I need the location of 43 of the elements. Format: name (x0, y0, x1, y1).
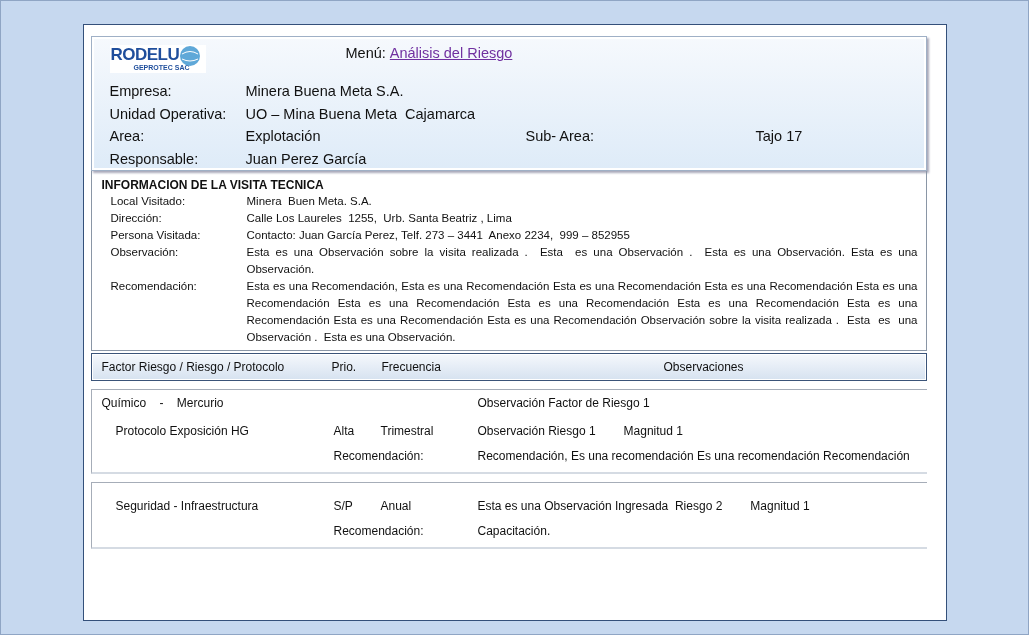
field-label: Unidad Operativa: (109, 105, 228, 122)
info-label: Observación: (110, 245, 180, 260)
info-value: Esta es una Observación sobre la visita realizada . Esta es una Observación . Esta es una Observación. Esta es una Observación. (246, 245, 918, 277)
factor-name: Químico - Mercurio (101, 395, 225, 412)
column-header: Prio. (331, 360, 358, 374)
frequency: Anual (380, 498, 413, 515)
factor-observation: Observación Factor de Riesgo 1 (477, 395, 651, 412)
menu-label: Menú: (345, 45, 386, 61)
info-label: Persona Visitada: (110, 228, 202, 243)
info-label: Dirección: (110, 211, 163, 226)
info-label: Recomendación: (110, 279, 198, 294)
column-header: Observaciones (662, 360, 745, 374)
priority: Alta (333, 423, 356, 440)
field-value: Tajo 17 (755, 128, 804, 145)
risk-observation: Esta es una Observación Ingresada Riesgo 2 (477, 498, 723, 515)
frequency: Trimestral (380, 423, 435, 440)
priority: S/P (333, 498, 354, 515)
column-header: Frecuencia (381, 360, 442, 374)
section-title: INFORMACION DE LA VISITA TECNICA (101, 178, 325, 192)
field-value: UO – Mina Buena Meta Cajamarca (245, 105, 477, 122)
column-header: Factor Riesgo / Riesgo / Protocolo (101, 360, 286, 374)
recommendation-label: Recomendación: (333, 523, 425, 540)
risk-observation: Observación Riesgo 1 (477, 423, 596, 440)
field-label: Sub- Area: (525, 128, 595, 145)
magnitude: Magnitud 1 (750, 498, 810, 515)
field-label: Responsable: (109, 150, 200, 167)
risk-name: Seguridad - Infraestructura (114, 498, 260, 515)
field-value: Juan Perez García (245, 150, 368, 167)
info-label: Local Visitado: (110, 194, 187, 209)
field-value: Explotación (245, 128, 322, 145)
risk-name: Protocolo Exposición HG (114, 423, 250, 440)
recommendation-text: Recomendación, Es una recomendación Es una recomendación Recomendación (477, 448, 911, 465)
info-value: Calle Los Laureles 1255, Urb. Santa Beatriz , Lima (246, 211, 513, 226)
recommendation-text: Capacitación. (477, 523, 552, 540)
menu-link[interactable]: Análisis del Riesgo (389, 45, 513, 61)
info-value: Contacto: Juan García Perez, Telf. 273 – 3441 Anexo 2234, 999 – 852955 (246, 228, 631, 243)
field-value: Minera Buena Meta S.A. (245, 83, 405, 100)
magnitude: Magnitud 1 (623, 423, 683, 440)
field-label: Empresa: (109, 83, 173, 100)
info-value: Esta es una Recomendación, Esta es una Recomendación Esta es una Recomendación Esta es una Recomendación Esta es una Recomendación Esta es una Recomendación Esta es una Recomendación Esta es una Recomendación Esta es una Recomendación Esta es una Recomendación Esta es una Recomendación Observación sobre la visita realizada . Esta es una Observación . Esta es una Observación. (246, 279, 918, 345)
info-value: Minera Buen Meta. S.A. (246, 194, 373, 209)
recommendation-label: Recomendación: (333, 448, 425, 465)
field-label: Area: (109, 128, 146, 145)
